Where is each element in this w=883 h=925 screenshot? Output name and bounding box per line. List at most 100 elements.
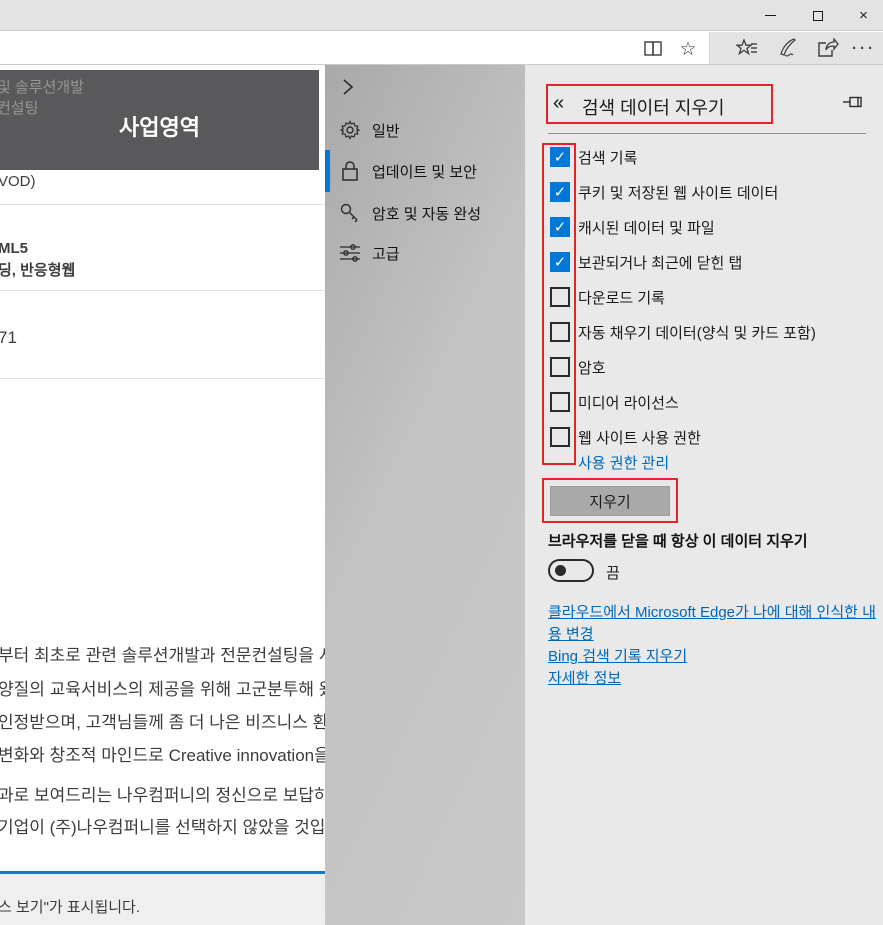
clear-button[interactable]: 지우기: [550, 486, 670, 516]
check-icon: ✓: [554, 185, 567, 200]
sidebar-item-label: 업데이트 및 보안: [372, 161, 477, 182]
notification-bar: 스 보기"가 표시됩니다.: [0, 871, 325, 925]
notification-text: 스 보기"가 표시됩니다.: [0, 896, 140, 917]
page-list-item: 71: [0, 328, 17, 348]
sidebar-item-label: 암호 및 자동 완성: [372, 203, 481, 224]
minimize-icon: [765, 15, 776, 16]
sidebar-item-label: 고급: [372, 243, 400, 264]
checkbox[interactable]: ✓: [550, 392, 570, 412]
minimize-button[interactable]: [748, 0, 793, 31]
checkbox-tabs-set-aside[interactable]: ✓ 보관되거나 최근에 닫힌 탭: [550, 252, 880, 272]
toggle-knob-icon: [555, 565, 566, 576]
paragraph-line: 인정받으며, 고객님들께 좀 더 나은 비즈니스 환경: [0, 708, 325, 733]
toggle-state-label: 끔: [606, 562, 620, 583]
checkbox-passwords[interactable]: ✓ 암호: [550, 357, 880, 377]
check-icon: ✓: [554, 220, 567, 235]
paragraph-line: 양질의 교육서비스의 제공을 위해 고군분투해 왔: [0, 675, 325, 700]
ellipsis-icon: ···: [852, 40, 876, 57]
lock-icon: [339, 160, 361, 182]
maximize-button[interactable]: [795, 0, 840, 31]
share-button[interactable]: [816, 36, 840, 60]
manage-permissions-link[interactable]: 사용 권한 관리: [578, 452, 669, 473]
make-web-note-button[interactable]: [776, 36, 800, 60]
sidebar-item-passwords-autofill[interactable]: 암호 및 자동 완성: [325, 192, 525, 234]
always-clear-label: 브라우저를 닫을 때 항상 이 데이터 지우기: [548, 530, 808, 551]
back-button[interactable]: «: [553, 92, 564, 115]
page-header-band: 및 솔루션개발 컨설팅 사업영역: [0, 70, 319, 170]
close-icon: ×: [859, 8, 868, 23]
panel-title: 검색 데이터 지우기: [582, 94, 724, 120]
pin-button[interactable]: [843, 96, 863, 108]
checkbox-website-permissions[interactable]: ✓ 웹 사이트 사용 권한: [550, 427, 880, 447]
divider: [0, 378, 325, 379]
checkbox-cached-data[interactable]: ✓ 캐시된 데이터 및 파일: [550, 217, 880, 237]
paragraph-line: 과로 보여드리는 나우컴퍼니의 정신으로 보답하겠: [0, 781, 325, 806]
checkbox-label: 다운로드 기록: [578, 287, 665, 308]
maximize-icon: [813, 11, 823, 21]
paragraph-line: 변화와 창조적 마인드로 Creative innovation을: [0, 741, 325, 766]
checkbox-label: 암호: [578, 357, 606, 378]
check-icon: ✓: [554, 150, 567, 165]
page-section-title: 사업영역: [0, 110, 319, 142]
page-list-item: 딩, 반응형웹: [0, 259, 75, 280]
checkbox-media-licenses[interactable]: ✓ 미디어 라이선스: [550, 392, 880, 412]
always-clear-toggle[interactable]: [548, 559, 594, 582]
checkbox[interactable]: ✓: [550, 322, 570, 342]
checkbox[interactable]: ✓: [550, 287, 570, 307]
checkbox-cookies[interactable]: ✓ 쿠키 및 저장된 웹 사이트 데이터: [550, 182, 880, 202]
settings-sidebar: 일반 업데이트 및 보안 암호 및 자동 완성: [325, 65, 525, 925]
checkbox[interactable]: ✓: [550, 357, 570, 377]
checkbox-browsing-history[interactable]: ✓ 검색 기록: [550, 147, 880, 167]
checkbox[interactable]: ✓: [550, 252, 570, 272]
checkbox-label: 검색 기록: [578, 147, 637, 168]
paragraph-line: 기업이 (주)나우컴퍼니를 선택하지 않았을 것입니: [0, 813, 325, 838]
check-icon: ✓: [554, 255, 567, 270]
close-button[interactable]: ×: [841, 0, 883, 31]
divider: [548, 133, 866, 134]
sidebar-item-label: 일반: [372, 120, 400, 141]
book-icon: [644, 41, 663, 57]
pin-icon: [843, 96, 863, 108]
checkbox-label: 보관되거나 최근에 닫힌 탭: [578, 252, 742, 273]
reading-view-button[interactable]: [641, 37, 665, 61]
checkbox[interactable]: ✓: [550, 217, 570, 237]
checkbox-download-history[interactable]: ✓ 다운로드 기록: [550, 287, 880, 307]
checkbox-label: 웹 사이트 사용 권한: [578, 427, 701, 448]
star-icon: ☆: [679, 40, 696, 59]
webpage-content: 및 솔루션개발 컨설팅 사업영역 VOD) ML5 딩, 반응형웹 71 부터 …: [0, 65, 325, 925]
learn-more-link[interactable]: 자세한 정보: [548, 668, 883, 690]
checkbox[interactable]: ✓: [550, 182, 570, 202]
paragraph-line: 부터 최초로 관련 솔루션개발과 전문컨설팅을 시작: [0, 641, 325, 666]
back-icon: «: [553, 92, 564, 114]
sliders-icon: [339, 242, 361, 264]
key-icon: [339, 202, 361, 224]
browser-toolbar: ☆ ···: [0, 32, 883, 65]
band-cut-text-1: 및 솔루션개발: [0, 76, 84, 97]
checkbox-form-data[interactable]: ✓ 자동 채우기 데이터(양식 및 카드 포함): [550, 322, 880, 342]
checkbox-label: 캐시된 데이터 및 파일: [578, 217, 715, 238]
sidebar-item-advanced[interactable]: 고급: [325, 232, 525, 274]
edge-browser-window: × ☆: [0, 0, 883, 925]
more-options-button[interactable]: ···: [852, 36, 876, 60]
address-bar[interactable]: ☆: [0, 32, 710, 64]
checkbox-label: 미디어 라이선스: [578, 392, 679, 413]
hub-button[interactable]: [735, 36, 759, 60]
sidebar-item-update-security[interactable]: 업데이트 및 보안: [325, 150, 525, 192]
gear-icon: [339, 119, 361, 141]
checkbox[interactable]: ✓: [550, 147, 570, 167]
page-list-item: ML5: [0, 240, 28, 257]
sidebar-item-general[interactable]: 일반: [325, 109, 525, 151]
pen-icon: [777, 37, 799, 59]
bing-history-link[interactable]: Bing 검색 기록 지우기: [548, 646, 883, 668]
divider: [0, 204, 325, 205]
checkbox[interactable]: ✓: [550, 427, 570, 447]
favorites-hub-icon: [736, 38, 758, 58]
clear-browsing-data-panel: « 검색 데이터 지우기 ✓ 검색 기록 ✓ 쿠키 및 저장된 웹 사이트 데이…: [525, 65, 883, 925]
cloud-info-link[interactable]: 클라우드에서 Microsoft Edge가 나에 대해 인식한 내용 변경: [548, 602, 883, 646]
title-bar: ×: [0, 0, 883, 31]
expand-sidebar-button[interactable]: [338, 78, 358, 98]
share-icon: [817, 38, 839, 58]
add-favorite-button[interactable]: ☆: [676, 37, 700, 61]
page-list-item: VOD): [0, 173, 36, 190]
checkbox-label: 쿠키 및 저장된 웹 사이트 데이터: [578, 182, 778, 203]
